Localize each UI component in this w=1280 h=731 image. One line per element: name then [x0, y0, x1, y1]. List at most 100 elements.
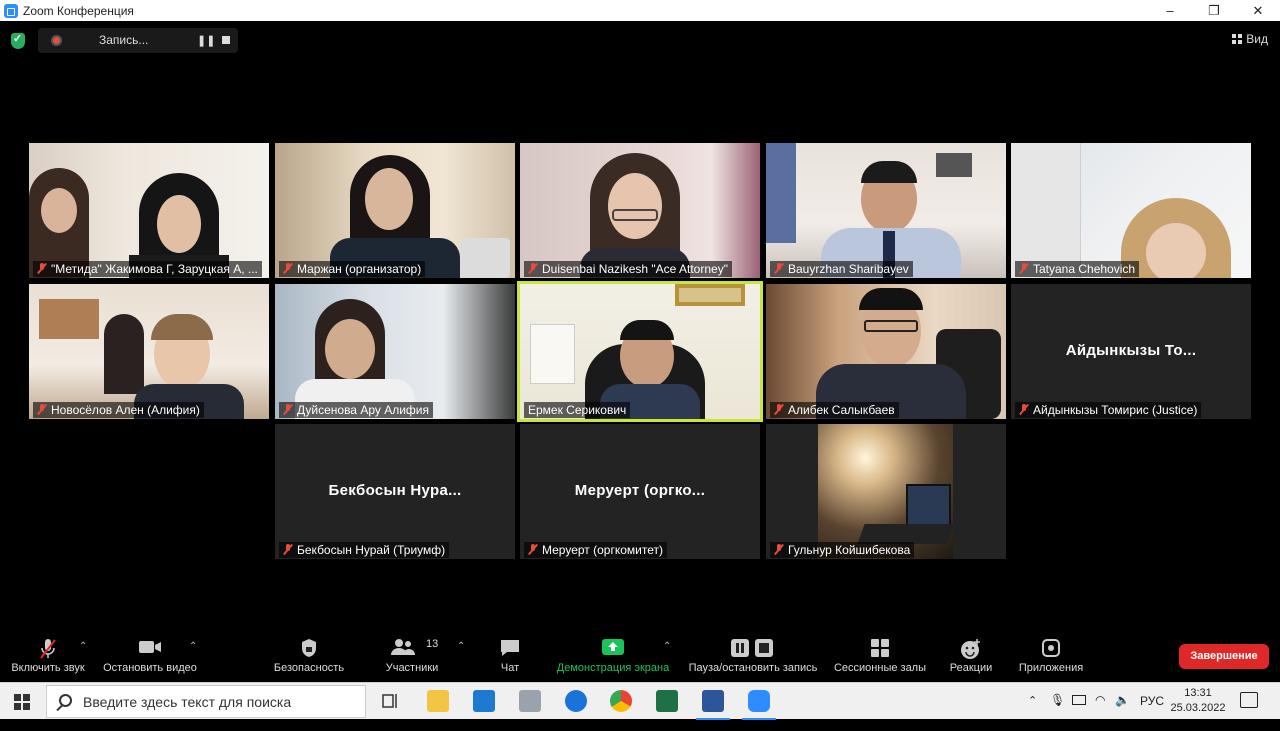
end-meeting-button[interactable]: Завершение — [1179, 644, 1269, 669]
mic-muted-icon — [1020, 404, 1028, 415]
input-language[interactable]: РУС — [1140, 694, 1164, 731]
security-button[interactable]: Безопасность — [270, 628, 348, 680]
participant-name: Меруерт (оргкомитет) — [524, 542, 667, 558]
pause-stop-recording-button[interactable]: Пауза/остановить запись — [684, 628, 822, 680]
chat-bubble-icon — [501, 640, 519, 656]
chat-button[interactable]: Чат — [490, 628, 530, 680]
video-tile[interactable]: Дуйсенова Ару Алифия — [275, 284, 515, 419]
audio-options-chevron-icon[interactable]: ⌃ — [79, 641, 87, 652]
video-tile[interactable]: Айдынкызы То... Айдынкызы Томирис (Justi… — [1011, 284, 1251, 419]
show-hidden-icons-chevron-icon[interactable]: ⌃ — [1028, 694, 1037, 731]
participant-display-name: Меруерт (оргко... — [574, 482, 706, 499]
task-view-icon[interactable] — [380, 690, 402, 712]
taskbar-clock[interactable]: 13:31 25.03.2022 — [1168, 686, 1228, 716]
recording-dot-icon — [51, 35, 62, 46]
mic-muted-icon — [284, 404, 292, 415]
stop-recording-icon[interactable] — [222, 36, 230, 44]
video-tile[interactable]: Алибек Салыкбаев — [766, 284, 1006, 419]
view-label: Вид — [1246, 32, 1268, 46]
maximize-button[interactable]: ❐ — [1192, 0, 1236, 21]
printer-app-icon[interactable] — [519, 690, 541, 712]
share-screen-button[interactable]: Демонстрация экрана — [554, 628, 672, 680]
participants-count: 13 — [426, 638, 439, 650]
window-title: Zoom Конференция — [23, 3, 134, 18]
mic-muted-icon — [775, 263, 783, 274]
mic-muted-icon — [1020, 263, 1028, 274]
video-tile[interactable]: Tatyana Chehovich — [1011, 143, 1251, 278]
participant-name: Айдынкызы Томирис (Justice) — [1015, 402, 1202, 418]
microphone-tray-icon[interactable]: 🎙 — [1050, 693, 1065, 730]
recording-label: Запись... — [99, 33, 149, 47]
participant-name: Гульнур Койшибекова — [770, 542, 915, 558]
pause-recording-icon[interactable]: ❚❚ — [197, 34, 215, 47]
mail-icon[interactable] — [473, 690, 495, 712]
participant-name: Новосёлов Ален (Алифия) — [33, 402, 204, 418]
video-tile[interactable]: Duisenbai Nazikesh "Ace Attorney" — [520, 143, 760, 278]
participant-name: Дуйсенова Ару Алифия — [279, 402, 433, 418]
participant-name: "Метида" Жакимова Г, Заруцкая А, ... — [33, 261, 262, 277]
participant-display-name: Айдынкызы То... — [1065, 342, 1197, 359]
smiley-icon — [961, 639, 980, 659]
mic-muted-icon — [775, 404, 783, 415]
reactions-button[interactable]: Реакции — [946, 628, 996, 680]
participants-options-chevron-icon[interactable]: ⌃ — [457, 641, 465, 652]
battery-icon[interactable] — [1072, 695, 1086, 705]
participant-name: Bauyrzhan Sharibayev — [770, 261, 913, 277]
chrome-browser-icon[interactable] — [610, 690, 632, 712]
excel-icon[interactable] — [656, 690, 678, 712]
notifications-icon[interactable] — [1240, 692, 1258, 708]
security-shield-icon[interactable] — [11, 32, 25, 49]
clock-time: 13:31 — [1184, 687, 1212, 699]
participant-name: Tatyana Chehovich — [1015, 261, 1140, 277]
search-placeholder: Введите здесь текст для поиска — [83, 694, 292, 710]
windows-start-icon[interactable] — [14, 694, 30, 710]
shield-icon — [302, 639, 316, 657]
taskbar-search-input[interactable]: Введите здесь текст для поиска — [46, 685, 366, 718]
participants-button[interactable]: 13 Участники — [380, 628, 444, 680]
unmute-button[interactable]: Включить звук — [6, 628, 90, 680]
clock-date: 25.03.2022 — [1170, 702, 1226, 714]
mic-muted-icon — [40, 639, 56, 659]
breakout-rooms-button[interactable]: Сессионные залы — [832, 628, 928, 680]
video-tile[interactable]: Новосёлов Ален (Алифия) — [29, 284, 269, 419]
video-tile[interactable]: Бекбосын Нура... Бекбосын Нурай (Триумф) — [275, 424, 515, 559]
pause-stop-icon — [731, 639, 773, 657]
mic-muted-icon — [529, 544, 537, 555]
wifi-icon[interactable]: ◠ — [1095, 693, 1105, 730]
participant-name: Бекбосын Нурай (Триумф) — [279, 542, 450, 558]
video-tile[interactable]: Гульнур Койшибекова — [766, 424, 1006, 559]
edge-browser-icon[interactable] — [565, 690, 587, 712]
volume-icon[interactable]: 🔈 — [1115, 693, 1130, 730]
word-icon[interactable] — [696, 690, 730, 720]
participant-name: Ермек Серикович — [524, 402, 631, 418]
participant-display-name: Бекбосын Нура... — [328, 482, 462, 499]
close-button[interactable]: ✕ — [1236, 0, 1280, 21]
window-titlebar: Zoom Конференция – ❐ ✕ — [0, 0, 1280, 21]
search-icon — [59, 694, 72, 707]
video-tile-active-speaker[interactable]: Ермек Серикович — [517, 281, 763, 422]
grid-view-icon — [1232, 34, 1243, 44]
view-button[interactable]: Вид — [1232, 32, 1268, 46]
windows-taskbar: Введите здесь текст для поиска ⌃ 🎙 ◠ 🔈 Р… — [0, 682, 1280, 720]
video-options-chevron-icon[interactable]: ⌃ — [189, 641, 197, 652]
apps-icon — [1042, 639, 1060, 657]
minimize-button[interactable]: – — [1148, 0, 1192, 21]
share-screen-icon — [602, 639, 624, 655]
video-tile[interactable]: Маржан (организатор) — [275, 143, 515, 278]
apps-button[interactable]: Приложения — [1014, 628, 1088, 680]
mic-muted-icon — [775, 544, 783, 555]
recording-indicator: Запись... ❚❚ — [38, 28, 238, 53]
participant-name: Маржан (организатор) — [279, 261, 426, 277]
video-tile[interactable]: "Метида" Жакимова Г, Заруцкая А, ... — [29, 143, 269, 278]
video-tile[interactable]: Меруерт (оргко... Меруерт (оргкомитет) — [520, 424, 760, 559]
breakout-rooms-icon — [871, 639, 889, 657]
file-explorer-icon[interactable] — [427, 690, 449, 712]
video-tile[interactable]: Bauyrzhan Sharibayev — [766, 143, 1006, 278]
participant-name: Duisenbai Nazikesh "Ace Attorney" — [524, 261, 732, 277]
zoom-app-icon — [4, 3, 18, 18]
zoom-taskbar-icon[interactable] — [742, 690, 776, 720]
video-camera-icon — [139, 641, 161, 653]
mic-muted-icon — [38, 404, 46, 415]
stop-video-button[interactable]: Остановить видео — [100, 628, 200, 680]
share-options-chevron-icon[interactable]: ⌃ — [663, 641, 671, 652]
